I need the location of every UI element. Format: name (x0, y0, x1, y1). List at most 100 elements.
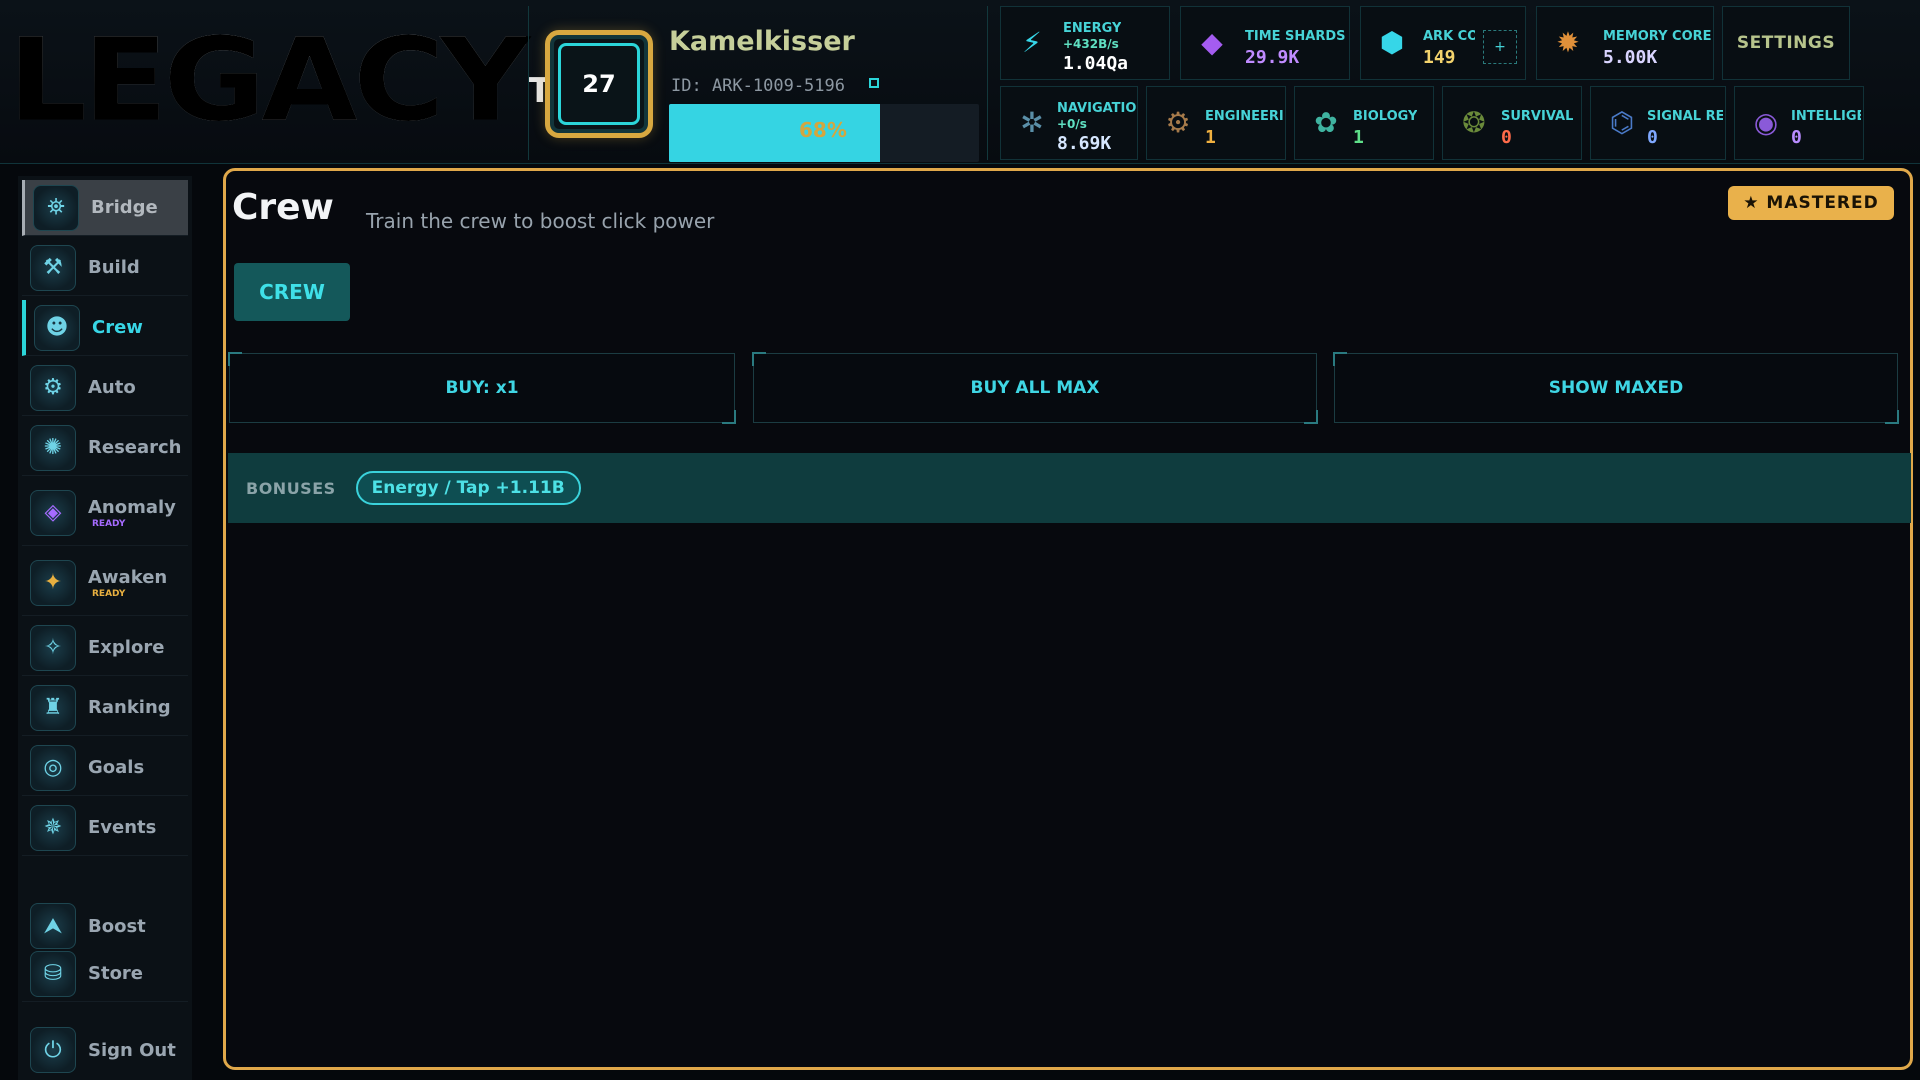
bonuses-label: BONUSES (246, 478, 336, 498)
settings-button[interactable]: SETTINGS (1722, 6, 1850, 80)
mastered-badge: ★ MASTERED (1728, 186, 1894, 220)
bridge-icon: ⛯ (33, 184, 79, 231)
resource-label: INTELLIGEN (1791, 109, 1861, 124)
buy-all-max-button[interactable]: BUY ALL MAX (752, 352, 1318, 424)
crystal-icon: ◆ (1201, 25, 1223, 59)
add-ark-core-button[interactable]: + (1483, 30, 1517, 64)
resource-label: SIGNAL REI (1647, 109, 1723, 124)
sidebar-item-build[interactable]: ⚒ Build (22, 240, 188, 296)
engineering-icon: ⚙ (1165, 105, 1191, 139)
sidebar-item-label: Anomaly (88, 497, 176, 518)
sidebar-item-research[interactable]: ✺ Research (22, 420, 188, 476)
resource-label: BIOLOGY (1353, 109, 1418, 124)
resource-value: 149 (1423, 47, 1456, 68)
sidebar-item-label: Sign Out (88, 1039, 176, 1061)
resource-engineering[interactable]: ⚙ ENGINEERII 1 (1146, 86, 1286, 160)
level-badge[interactable]: 27 (545, 30, 653, 138)
build-icon: ⚒ (30, 244, 76, 291)
bonus-chip: Energy / Tap +1.11B (355, 471, 581, 505)
resource-signal[interactable]: ⌬ SIGNAL REI 0 (1590, 86, 1726, 160)
level-number: 27 (582, 70, 616, 98)
anomaly-icon: ◈ (30, 489, 76, 536)
events-icon: ✵ (30, 804, 76, 851)
energy-icon: ⚡ (1022, 25, 1042, 59)
page-title: Crew (232, 187, 334, 228)
resource-time-shards[interactable]: ◆ TIME SHARDS 29.9K (1180, 6, 1350, 80)
sidebar-item-label: Store (88, 963, 144, 984)
xp-progress-fill (669, 104, 880, 162)
sidebar-item-explore[interactable]: ✧ Explore (22, 620, 188, 676)
sidebar-item-ranking[interactable]: ♜ Ranking (22, 680, 188, 736)
sidebar-item-events[interactable]: ✵ Events (22, 800, 188, 856)
resource-value: 1 (1205, 127, 1216, 148)
tab-crew[interactable]: CREW (234, 263, 350, 321)
resource-value: 5.00K (1603, 47, 1658, 68)
sidebar-item-label: Bridge (91, 197, 158, 218)
sidebar-item-label: Goals (88, 757, 145, 778)
awaken-icon: ✦ (30, 559, 76, 606)
resource-survival[interactable]: ❂ SURVIVAL 0 (1442, 86, 1582, 160)
show-maxed-button[interactable]: SHOW MAXED (1333, 352, 1899, 424)
sidebar-item-store[interactable]: ⛁ Store (22, 946, 188, 1002)
sign-out-icon: ⏻ (30, 1027, 76, 1073)
player-profile[interactable]: 27 Kamelkisser ID: ARK-1009-5196 68% (528, 6, 988, 162)
resource-value: 1 (1353, 127, 1364, 148)
resource-intelligence[interactable]: ◉ INTELLIGEN 0 (1734, 86, 1864, 160)
status-badge: READY (92, 519, 126, 529)
sidebar-item-auto[interactable]: ⚙ Auto (22, 360, 188, 416)
resource-label: ARK COF (1423, 29, 1475, 44)
resource-navigation[interactable]: ✲ NAVIGATIO +0/s 8.69K (1000, 86, 1138, 160)
sidebar-item-label: Auto (88, 377, 136, 398)
signal-icon: ⌬ (1609, 105, 1635, 139)
bonuses-bar: BONUSES Energy / Tap +1.11B (228, 453, 1911, 523)
page-subtitle: Train the crew to boost click power (366, 209, 715, 233)
resource-label: MEMORY CORE (1603, 29, 1712, 44)
resource-label: NAVIGATIO (1057, 101, 1137, 116)
navigation-icon: ✲ (1020, 105, 1044, 139)
game-logo: LEGACY T (8, 14, 551, 148)
player-id: ID: ARK-1009-5196 (671, 76, 845, 96)
sidebar: ⛯ Bridge ⚒ Build ☻ Crew ⚙ Auto ✺ Researc… (18, 176, 192, 1080)
resource-value: 0 (1501, 127, 1512, 148)
sidebar-item-label: Build (88, 257, 140, 278)
sidebar-item-label: Ranking (88, 697, 171, 718)
auto-icon: ⚙ (30, 364, 76, 411)
resource-label: SURVIVAL (1501, 109, 1574, 124)
resource-label: TIME SHARDS (1245, 29, 1346, 44)
resource-memory-core[interactable]: ✹ MEMORY CORE 5.00K (1536, 6, 1714, 80)
goals-icon: ◎ (30, 744, 76, 791)
biology-icon: ✿ (1314, 105, 1338, 139)
resource-value: 0 (1791, 127, 1802, 148)
status-badge: READY (92, 589, 126, 599)
resource-rate: +0/s (1057, 117, 1087, 131)
buy-multiplier-button[interactable]: BUY: x1 (228, 352, 736, 424)
resource-label: ENERGY (1063, 21, 1122, 36)
sidebar-item-label: Crew (92, 317, 143, 338)
resource-value: 8.69K (1057, 133, 1112, 154)
sidebar-item-sign-out[interactable]: ⏻ Sign Out (22, 1022, 188, 1078)
crew-panel: Crew Train the crew to boost click power… (223, 168, 1913, 1070)
copy-id-icon[interactable] (869, 78, 879, 88)
sidebar-item-label: Awaken (88, 567, 168, 588)
sidebar-item-crew[interactable]: ☻ Crew (22, 300, 188, 356)
sidebar-item-anomaly[interactable]: ◈ Anomaly READY (22, 480, 188, 546)
sidebar-item-bridge[interactable]: ⛯ Bridge (22, 180, 188, 236)
logo-text: LEGACY (8, 14, 530, 148)
resource-label: ENGINEERII (1205, 109, 1283, 124)
sidebar-item-goals[interactable]: ◎ Goals (22, 740, 188, 796)
resource-energy[interactable]: ⚡ ENERGY +432B/s 1.04Qa (1000, 6, 1170, 80)
sidebar-item-awaken[interactable]: ✦ Awaken READY (22, 550, 188, 616)
crew-icon: ☻ (34, 304, 80, 351)
sidebar-item-label: Boost (88, 915, 146, 937)
resource-value: 1.04Qa (1063, 53, 1129, 74)
resource-biology[interactable]: ✿ BIOLOGY 1 (1294, 86, 1434, 160)
resource-value: 29.9K (1245, 47, 1300, 68)
survival-icon: ❂ (1462, 105, 1486, 139)
explore-icon: ✧ (30, 624, 76, 671)
sidebar-item-label: Explore (88, 637, 165, 658)
resource-rate: +432B/s (1063, 37, 1119, 51)
xp-percent-label: 68% (799, 118, 847, 142)
boost-icon: ⮝ (30, 903, 76, 949)
sidebar-item-label: Events (88, 817, 157, 838)
top-bar: LEGACY T 27 Kamelkisser ID: ARK-1009-519… (0, 0, 1920, 164)
